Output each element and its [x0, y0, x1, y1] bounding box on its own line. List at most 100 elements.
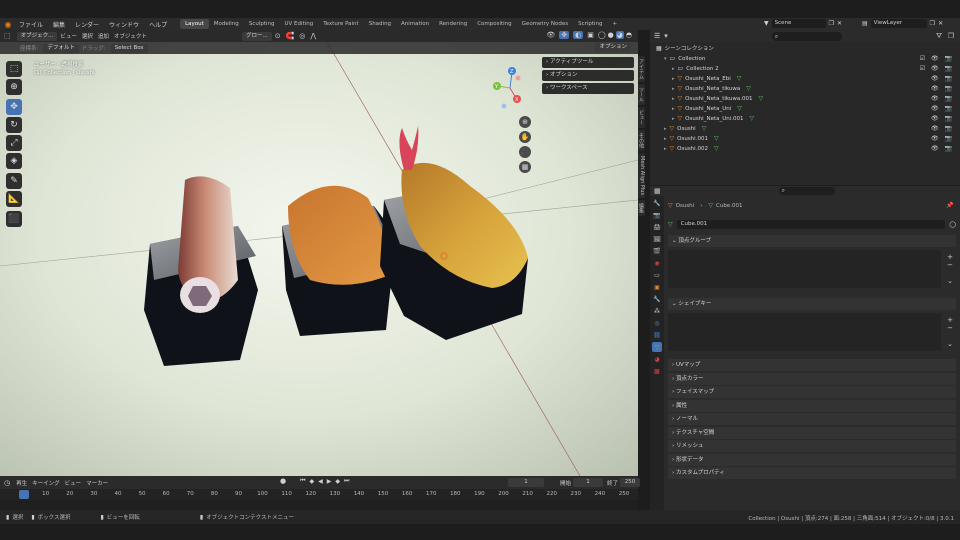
tab-geometry-nodes[interactable]: Geometry Nodes	[517, 19, 573, 29]
camera-view-button[interactable]: 🎥	[519, 146, 531, 158]
particles-tab-icon[interactable]: ⁂	[652, 306, 662, 316]
editor-type-icon[interactable]: ⬚	[4, 32, 11, 40]
menu-help[interactable]: ヘルプ	[144, 20, 172, 29]
panel-collapsed[interactable]: › UVマップ	[668, 359, 956, 371]
outliner-item-osushi[interactable]: ▸ ▽ Osushi ▽ 👁 📷	[656, 124, 960, 134]
timeline-ruler[interactable]: 1102030405060708090100110120130140150160…	[0, 490, 638, 500]
outliner-item-osushi-002[interactable]: ▸ ▽ Osushi.002 ▽ 👁 📷	[656, 144, 960, 154]
add-vertex-group-icon[interactable]: +	[944, 253, 956, 261]
view-layer-selector[interactable]: ▤ ViewLayer ❐ ✕	[862, 19, 943, 28]
play-icon[interactable]: ▶	[327, 478, 332, 485]
rotate-tool[interactable]: ↻	[6, 117, 22, 133]
tab-animation[interactable]: Animation	[396, 19, 434, 29]
remove-shape-key-icon[interactable]: −	[944, 324, 956, 332]
visibility-toggles[interactable]: ☑ 👁 📷	[920, 64, 954, 74]
render-tab-icon[interactable]: 📷	[652, 210, 662, 220]
mesh-data-icon[interactable]: ▽	[714, 134, 719, 144]
panel-collapsed[interactable]: › テクスチャ空間	[668, 426, 956, 439]
vertex-group-menu-icon[interactable]: ⌄	[944, 277, 956, 285]
scene-tab-icon[interactable]: 🎬	[652, 246, 662, 256]
outliner[interactable]: ☰ ▾ ⌕ ⛛ ❐ ▦ シーンコレクション ▾ ▭ Collection ☑ 👁 📷 ▸…	[650, 30, 960, 185]
outliner-item-osushi-neta-uni[interactable]: ▸ ▽ Osushi_Neta_Uni ▽ 👁 📷	[656, 104, 960, 114]
tab-sculpting[interactable]: Sculpting	[244, 19, 280, 29]
timeline-track-area[interactable]	[0, 500, 638, 510]
data-tab-icon[interactable]: ▽	[652, 342, 662, 352]
shading-material-icon[interactable]: ◕	[615, 31, 624, 39]
panel-collapsed[interactable]: › 属性	[668, 399, 956, 412]
constraints-tab-icon[interactable]: ⛓	[652, 330, 662, 340]
menu-keying[interactable]: キーイング	[32, 479, 60, 487]
new-view-layer-icon[interactable]: ❐	[930, 20, 935, 27]
mesh-data-icon[interactable]: ▽	[737, 74, 742, 84]
panel-collapsed[interactable]: › フェイスマップ	[668, 386, 956, 398]
scale-tool[interactable]: ⤢	[6, 135, 22, 151]
modifier-tab-icon[interactable]: 🔧	[652, 294, 662, 304]
filter-icon[interactable]: ⛛	[936, 32, 942, 41]
expand-arrow-icon[interactable]: ▸	[664, 144, 667, 154]
outliner-item-collection-2[interactable]: ▸ ▭ Collection 2 ☑ 👁 📷	[656, 64, 960, 74]
sidebar-tab-item[interactable]: アイテム	[638, 56, 645, 82]
transform-orientation-dropdown[interactable]: グロー...	[241, 31, 272, 41]
falloff-icon[interactable]: ⋀	[310, 32, 316, 40]
move-tool[interactable]: ✥	[6, 99, 22, 115]
output-tab-icon[interactable]: 🖨	[652, 222, 662, 232]
shape-keys-list[interactable]	[668, 313, 941, 351]
viewport-scene[interactable]	[0, 30, 638, 476]
visibility-toggles[interactable]: 👁 📷	[931, 94, 954, 104]
expand-arrow-icon[interactable]: ▸	[672, 114, 675, 124]
xray-icon[interactable]: ▣	[587, 31, 594, 39]
tab-layout[interactable]: Layout	[180, 19, 209, 29]
scene-name[interactable]: Scene	[771, 19, 826, 28]
mesh-data-icon[interactable]: ▽	[737, 104, 742, 114]
tab-compositing[interactable]: Compositing	[472, 19, 516, 29]
mesh-data-icon[interactable]: ▽	[759, 94, 764, 104]
panel-shape-keys[interactable]: ⌄ シェイプキー	[668, 298, 956, 310]
expand-arrow-icon[interactable]: ▸	[664, 124, 667, 134]
view-layer-tab-icon[interactable]: 🖼	[652, 234, 662, 244]
outliner-item-osushi-neta-tikuwa[interactable]: ▸ ▽ Osushi_Neta_tikuwa ▽ 👁 📷	[656, 84, 960, 94]
menu-view[interactable]: ビュー	[60, 32, 77, 40]
outliner-editor-icon[interactable]: ☰	[654, 32, 660, 40]
material-tab-icon[interactable]: ◕	[652, 354, 662, 364]
new-scene-icon[interactable]: ❐	[829, 20, 834, 27]
add-shape-key-icon[interactable]: +	[944, 316, 956, 324]
shading-rendered-icon[interactable]: ◓	[626, 31, 632, 39]
object-tab-icon[interactable]: ▣	[652, 282, 662, 292]
properties-search-input[interactable]: ⌕	[778, 187, 835, 195]
outliner-search-input[interactable]: ⌕	[771, 31, 842, 41]
3d-viewport[interactable]: ⬚ オブジェク... ビュー 選択 追加 オブジェクト グロー... ⊙ 🧲 ◎…	[0, 30, 638, 476]
overlay-toggle-icon[interactable]: ◐	[573, 31, 584, 39]
active-tool-panel[interactable]: › アクティブツール	[542, 57, 634, 68]
measure-tool[interactable]: 📐	[6, 191, 22, 207]
timeline[interactable]: ◷ 再生 キーイング ビュー マーカー ● ⏮ ◆ ◀ ▶ ◆ ⏭ 1 開始 1…	[0, 476, 641, 510]
remove-vertex-group-icon[interactable]: −	[944, 261, 956, 269]
tab-uv-editing[interactable]: UV Editing	[280, 19, 319, 29]
visibility-icon[interactable]: 👁	[546, 31, 555, 39]
mesh-data-icon[interactable]: ▽	[746, 84, 751, 94]
expand-arrow-icon[interactable]: ▸	[672, 84, 675, 94]
tab-scripting[interactable]: Scripting	[573, 19, 607, 29]
sidebar-tab-edit[interactable]: 編集	[638, 200, 645, 217]
jump-start-icon[interactable]: ⏮	[300, 477, 305, 485]
visibility-toggles[interactable]: 👁 📷	[931, 114, 954, 124]
expand-arrow-icon[interactable]: ▸	[672, 64, 675, 74]
tab-modeling[interactable]: Modeling	[209, 19, 244, 29]
cursor-tool[interactable]: ⊕	[6, 79, 22, 95]
sidebar-tab-mesh-align-plus[interactable]: Mesh Align Plus	[638, 153, 645, 199]
visibility-toggles[interactable]: 👁 📷	[931, 104, 954, 114]
prev-keyframe-icon[interactable]: ◆	[310, 478, 315, 485]
options-panel[interactable]: › オプション	[542, 70, 634, 81]
mesh-data-icon[interactable]: ▽	[750, 114, 755, 124]
jump-end-icon[interactable]: ⏭	[344, 477, 349, 485]
visibility-toggles[interactable]: ☑ 👁 📷	[920, 54, 954, 64]
sidebar-tab-tool[interactable]: ツール	[638, 84, 645, 105]
shape-key-menu-icon[interactable]: ⌄	[944, 340, 956, 348]
mesh-data-icon[interactable]: ▽	[714, 144, 719, 154]
menu-timeline-view[interactable]: ビュー	[65, 479, 82, 487]
visibility-toggles[interactable]: 👁 📷	[931, 144, 954, 154]
pivot-icon[interactable]: ⊙	[275, 32, 281, 40]
menu-select[interactable]: 選択	[82, 32, 93, 40]
mode-selector[interactable]: オブジェク...	[16, 31, 58, 41]
expand-arrow-icon[interactable]: ▸	[672, 74, 675, 84]
pan-button[interactable]: ✋	[519, 131, 531, 143]
